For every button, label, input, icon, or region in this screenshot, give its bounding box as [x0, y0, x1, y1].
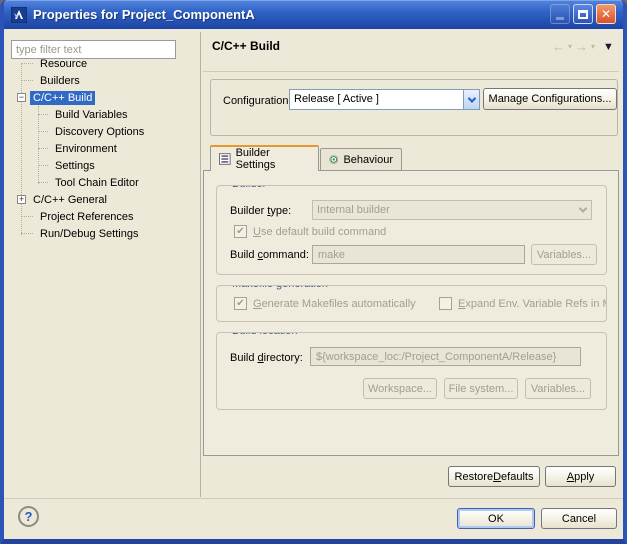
panel-divider — [200, 32, 201, 497]
tree-connector — [38, 165, 48, 166]
title-bar: Properties for Project_ComponentA ✕ — [4, 0, 623, 29]
tree-item-label[interactable]: C/C++ Build — [30, 91, 95, 105]
sidebar-item-c-c-general[interactable]: + C/C++ General — [4, 191, 199, 208]
window-icon — [11, 7, 27, 23]
sidebar-item-settings[interactable]: Settings — [4, 157, 199, 174]
configuration-label: Configuration: — [223, 95, 292, 107]
use-default-build-command-label: Use default build command — [253, 226, 386, 238]
makefile-generation-group: Makefile generation ✔ Generate Makefiles… — [216, 285, 607, 322]
tree-item-label[interactable]: Discovery Options — [52, 125, 147, 139]
window-title: Properties for Project_ComponentA — [33, 7, 255, 22]
variables-button: Variables... — [531, 244, 597, 265]
build-command-label: Build command: — [230, 249, 309, 261]
builder-type-value: Internal builder — [313, 201, 575, 219]
tree-item-label[interactable]: C/C++ General — [30, 193, 110, 207]
build-command-field: make — [312, 245, 525, 264]
back-dropdown-icon: ▾ — [568, 42, 572, 51]
cancel-button[interactable]: Cancel — [541, 508, 617, 529]
tree-connector — [38, 182, 48, 183]
expand-env-variable-refs-label: Expand Env. Variable Refs in M — [458, 298, 607, 310]
tree-connector — [38, 148, 48, 149]
configuration-selected-value: Release [ Active ] — [290, 90, 463, 109]
sidebar-item-tool-chain-editor[interactable]: Tool Chain Editor — [4, 174, 199, 191]
behaviour-icon — [329, 153, 338, 166]
tree-item-label[interactable]: Resource — [37, 57, 90, 71]
tree-connector — [21, 233, 33, 234]
tree-item-label[interactable]: Run/Debug Settings — [37, 227, 141, 241]
sidebar-item-discovery-options[interactable]: Discovery Options — [4, 123, 199, 140]
tree-connector — [38, 131, 48, 132]
tree-connector — [21, 216, 33, 217]
back-icon: ← — [552, 39, 565, 54]
collapse-icon[interactable]: − — [17, 93, 26, 102]
footer-separator — [4, 498, 623, 499]
chevron-down-icon[interactable] — [463, 90, 479, 109]
sidebar-item-resource[interactable]: Resource — [4, 55, 199, 72]
sidebar-item-run-debug-settings[interactable]: Run/Debug Settings — [4, 225, 199, 242]
configuration-select[interactable]: Release [ Active ] — [289, 89, 480, 110]
sidebar-item-c-c-build[interactable]: −C/C++ Build — [4, 89, 199, 106]
tree-item-label[interactable]: Environment — [52, 142, 120, 156]
expand-env-variable-refs-checkbox — [439, 297, 452, 310]
page-title: C/C++ Build — [212, 39, 280, 53]
builder-group-title: Builder — [228, 185, 270, 190]
use-default-build-command-checkbox: ✔ — [234, 225, 247, 238]
tree-item-label[interactable]: Build Variables — [52, 108, 131, 122]
expand-icon[interactable]: + — [17, 195, 26, 204]
variables-button: Variables... — [525, 378, 591, 399]
tree-item-label[interactable]: Builders — [37, 74, 83, 88]
tab-builder-settings[interactable]: Builder Settings — [210, 145, 319, 171]
sidebar-item-environment[interactable]: Environment — [4, 140, 199, 157]
header-separator — [203, 71, 619, 72]
forward-dropdown-icon: ▾ — [591, 42, 595, 51]
tab-behaviour[interactable]: Behaviour — [320, 148, 402, 170]
help-button[interactable]: ? — [18, 506, 39, 527]
builder-settings-icon — [219, 153, 231, 165]
close-button[interactable]: ✕ — [596, 4, 616, 24]
tab-label: Behaviour — [343, 154, 393, 166]
builder-settings-panel: Builder Builder type: Internal builder ✔… — [203, 170, 619, 456]
manage-configurations-button[interactable]: Manage Configurations... — [483, 88, 617, 110]
builder-type-label: Builder type: — [230, 205, 291, 217]
builder-type-select: Internal builder — [312, 200, 592, 220]
build-directory-label: Build directory: — [230, 352, 303, 364]
properties-tree: ResourceBuilders−C/C++ BuildBuild Variab… — [4, 55, 199, 242]
configuration-group: Configuration: Release [ Active ] Manage… — [210, 79, 618, 136]
chevron-down-icon — [575, 201, 591, 219]
tab-label: Builder Settings — [236, 147, 310, 171]
generate-makefiles-label: Generate Makefiles automatically — [253, 298, 416, 310]
tree-item-label[interactable]: Project References — [37, 210, 137, 224]
properties-dialog: Properties for Project_ComponentA ✕ Reso… — [0, 0, 627, 544]
window-controls: ✕ — [550, 4, 616, 24]
sidebar-item-build-variables[interactable]: Build Variables — [4, 106, 199, 123]
workspace-button: Workspace... — [363, 378, 437, 399]
build-location-group: Build location Build directory: ${worksp… — [216, 332, 607, 410]
tree-connector — [21, 80, 33, 81]
forward-icon: → — [575, 39, 588, 54]
tree-connector — [38, 114, 48, 115]
sidebar-item-builders[interactable]: Builders — [4, 72, 199, 89]
build-location-group-title: Build location — [228, 332, 301, 337]
tree-connector — [21, 63, 33, 64]
builder-group: Builder Builder type: Internal builder ✔… — [216, 185, 607, 275]
build-directory-field: ${workspace_loc:/Project_ComponentA/Rele… — [310, 347, 581, 366]
ok-button[interactable]: OK — [457, 508, 535, 529]
generate-makefiles-checkbox: ✔ — [234, 297, 247, 310]
view-menu-icon[interactable]: ▼ — [603, 41, 614, 53]
apply-button[interactable]: Apply — [545, 466, 616, 487]
file-system-button: File system... — [444, 378, 518, 399]
sidebar-item-project-references[interactable]: Project References — [4, 208, 199, 225]
tree-item-label[interactable]: Settings — [52, 159, 98, 173]
history-navigation: ← ▾ → ▾ ▼ — [552, 39, 614, 54]
minimize-button — [550, 4, 570, 24]
makefile-generation-group-title: Makefile generation — [228, 285, 332, 290]
restore-defaults-button[interactable]: Restore Defaults — [448, 466, 540, 487]
tree-item-label[interactable]: Tool Chain Editor — [52, 176, 142, 190]
maximize-button[interactable] — [573, 4, 593, 24]
